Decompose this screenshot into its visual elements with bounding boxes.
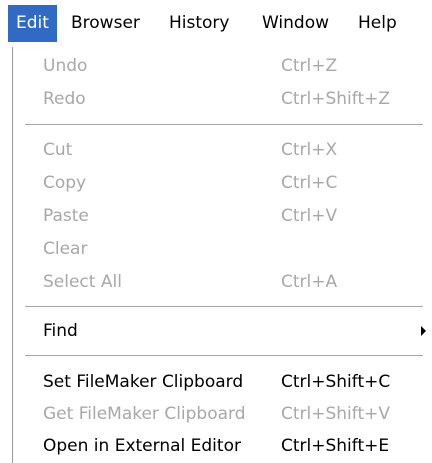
menu-item-label: Set FileMaker Clipboard [43, 372, 244, 392]
menu-item-find[interactable]: Find [13, 315, 432, 347]
menu-separator [25, 124, 423, 126]
menu-item-label: Find [43, 321, 78, 341]
menu-item-label: Paste [43, 206, 89, 226]
menu-item-shortcut: Ctrl+Shift+E [281, 436, 390, 456]
menu-item-shortcut: Ctrl+Shift+Z [281, 89, 391, 109]
menu-item-select-all[interactable]: Select All Ctrl+A [13, 266, 432, 298]
menu-item-copy[interactable]: Copy Ctrl+C [13, 167, 432, 199]
menu-item-shortcut: Ctrl+V [281, 206, 338, 226]
menu-item-shortcut: Ctrl+Z [281, 56, 338, 76]
menu-item-open-in-external-editor[interactable]: Open in External Editor Ctrl+Shift+E [13, 430, 432, 462]
menu-item-label: Redo [43, 89, 86, 109]
menu-history[interactable]: History [161, 5, 237, 42]
menu-item-clear[interactable]: Clear [13, 233, 432, 265]
submenu-arrow-icon [421, 326, 426, 336]
edit-dropdown-menu: Undo Ctrl+Z Redo Ctrl+Shift+Z Cut Ctrl+X… [12, 47, 432, 463]
menu-item-label: Cut [43, 140, 73, 160]
menu-separator [25, 306, 423, 308]
menu-separator [25, 355, 423, 357]
menu-item-shortcut: Ctrl+A [281, 272, 338, 292]
menu-browser[interactable]: Browser [63, 5, 148, 42]
menu-item-paste[interactable]: Paste Ctrl+V [13, 200, 432, 232]
menu-edit[interactable]: Edit [8, 5, 57, 42]
menu-item-redo[interactable]: Redo Ctrl+Shift+Z [13, 83, 432, 115]
menu-item-shortcut: Ctrl+C [281, 173, 338, 193]
menu-help[interactable]: Help [350, 5, 405, 42]
menu-item-label: Copy [43, 173, 87, 193]
menu-item-label: Undo [43, 56, 88, 76]
menu-item-shortcut: Ctrl+Shift+C [281, 372, 391, 392]
menu-item-shortcut: Ctrl+Shift+V [281, 404, 391, 424]
menu-item-label: Clear [43, 239, 88, 259]
menu-item-set-filemaker-clipboard[interactable]: Set FileMaker Clipboard Ctrl+Shift+C [13, 366, 432, 398]
menu-item-get-filemaker-clipboard[interactable]: Get FileMaker Clipboard Ctrl+Shift+V [13, 398, 432, 430]
menu-item-label: Get FileMaker Clipboard [43, 404, 246, 424]
menu-item-shortcut: Ctrl+X [281, 140, 338, 160]
menu-item-undo[interactable]: Undo Ctrl+Z [13, 50, 432, 82]
menu-item-cut[interactable]: Cut Ctrl+X [13, 134, 432, 166]
menu-item-label: Select All [43, 272, 122, 292]
menu-item-label: Open in External Editor [43, 436, 241, 456]
menu-bar: Edit Browser History Window Help [0, 0, 432, 47]
menu-window[interactable]: Window [254, 5, 337, 42]
